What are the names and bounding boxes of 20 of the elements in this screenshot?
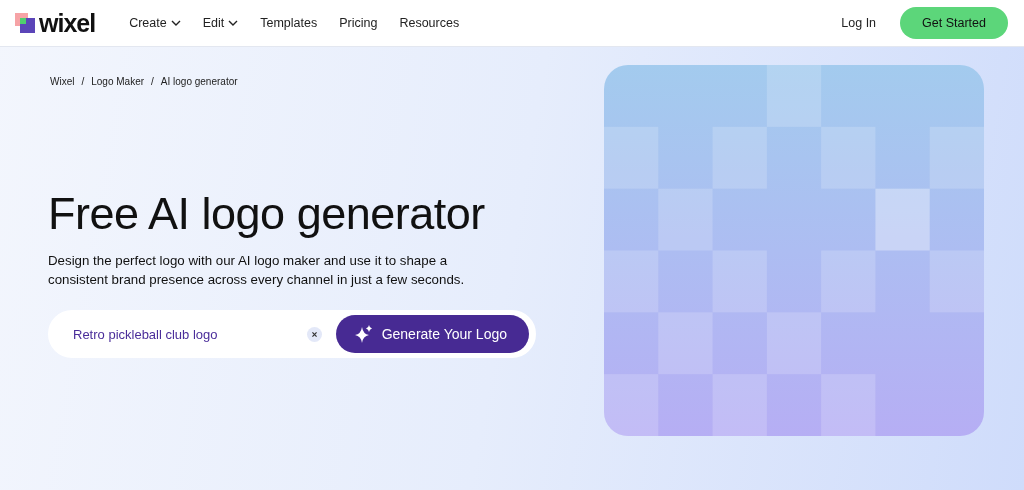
nav-link[interactable]: Edit [202,13,239,33]
breadcrumb-link[interactable]: Logo Maker [91,74,145,89]
clear-icon[interactable] [306,326,322,342]
page-title: Free AI logo generator [48,189,486,239]
login-link[interactable]: Log In [841,13,877,33]
description: Design the perfect logo with our AI logo maker and use it to shape a consistent brand presence across every channel in just a few seconds. [48,251,466,290]
nav-link[interactable]: Create [129,13,181,33]
brand-name[interactable]: wixel [39,10,96,36]
get-started-button[interactable]: Get Started [900,6,1008,40]
chevron-down-icon [228,20,239,26]
breadcrumb-link[interactable]: Wixel [50,74,75,89]
breadcrumb-separator: / [151,75,154,89]
logo-icon [15,13,35,33]
nav-link[interactable]: Resources [399,13,460,33]
generate-button[interactable]: Generate Your Logo [335,315,529,354]
nav-link[interactable]: Templates [260,13,318,33]
chevron-down-icon [170,20,181,26]
prompt-field[interactable]: Retro pickleball club logo Generate Your Logo [48,310,536,359]
nav-link[interactable]: Pricing [339,13,378,33]
breadcrumb-separator: / [81,75,85,89]
